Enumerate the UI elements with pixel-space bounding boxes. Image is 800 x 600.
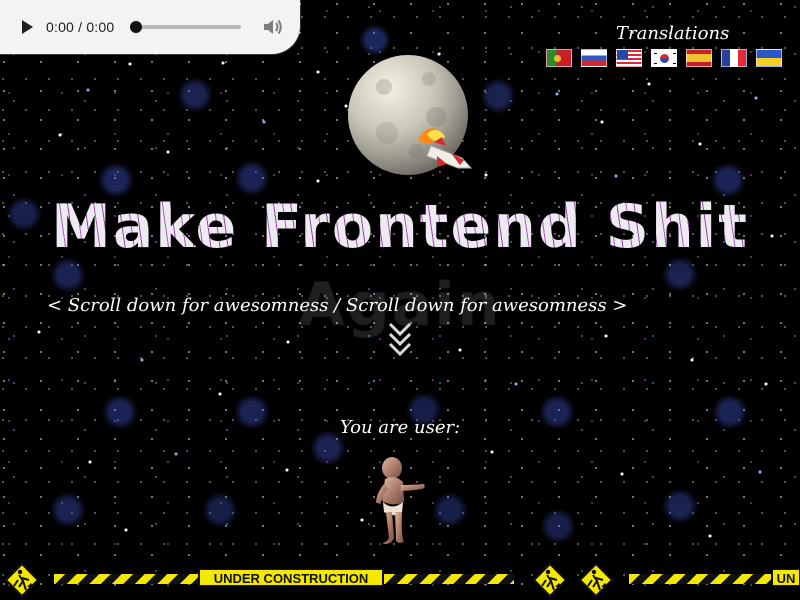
audio-time: 0:00 / 0:00: [46, 19, 115, 35]
construction-stripes: [384, 574, 514, 584]
moon-crater: [426, 107, 446, 127]
construction-banner: UNDER CONSTRUCTION UN: [0, 560, 800, 600]
space-background: 0:00 / 0:00 Translations Make Frontend S…: [0, 0, 800, 600]
page-title: Make Frontend Shit Again: [0, 188, 800, 340]
south-korea-flag[interactable]: [651, 49, 677, 67]
play-icon[interactable]: [18, 18, 36, 36]
baby-head: [382, 457, 402, 479]
translations-title: Translations: [616, 23, 730, 44]
scroll-hint: < Scroll down for awesomness / Scroll do…: [47, 295, 628, 316]
worker-warning-icon: [579, 563, 613, 597]
moon-crater: [376, 122, 398, 144]
moon-crater: [422, 72, 436, 86]
worker-warning-icon: [533, 563, 567, 597]
volume-icon[interactable]: [263, 17, 283, 37]
user-label: You are user:: [339, 417, 461, 438]
france-flag[interactable]: [721, 49, 747, 67]
russia-flag[interactable]: [581, 49, 607, 67]
usa-flag[interactable]: [616, 49, 642, 67]
chevron-down-icon: [388, 322, 412, 337]
worker-warning-icon: [5, 563, 39, 597]
spain-flag[interactable]: [686, 49, 712, 67]
seek-thumb[interactable]: [130, 21, 142, 33]
dancing-baby-image: [376, 457, 425, 544]
moon-crater: [409, 144, 423, 158]
language-flags: [546, 49, 782, 67]
baby-arm: [400, 484, 425, 491]
double-chevron-down-icon[interactable]: [386, 322, 414, 360]
baby-leg: [382, 512, 394, 544]
under-construction-label-partial: UN: [772, 569, 800, 586]
baby-leg: [395, 512, 404, 543]
seek-slider[interactable]: [130, 21, 241, 33]
moon-rocket-image: [348, 55, 473, 175]
ukraine-flag[interactable]: [756, 49, 782, 67]
portugal-flag[interactable]: [546, 49, 572, 67]
construction-stripes: [629, 574, 771, 584]
audio-player[interactable]: 0:00 / 0:00: [0, 0, 300, 54]
under-construction-label: UNDER CONSTRUCTION: [199, 569, 383, 586]
construction-stripes: [54, 574, 198, 584]
moon-crater: [376, 79, 392, 95]
